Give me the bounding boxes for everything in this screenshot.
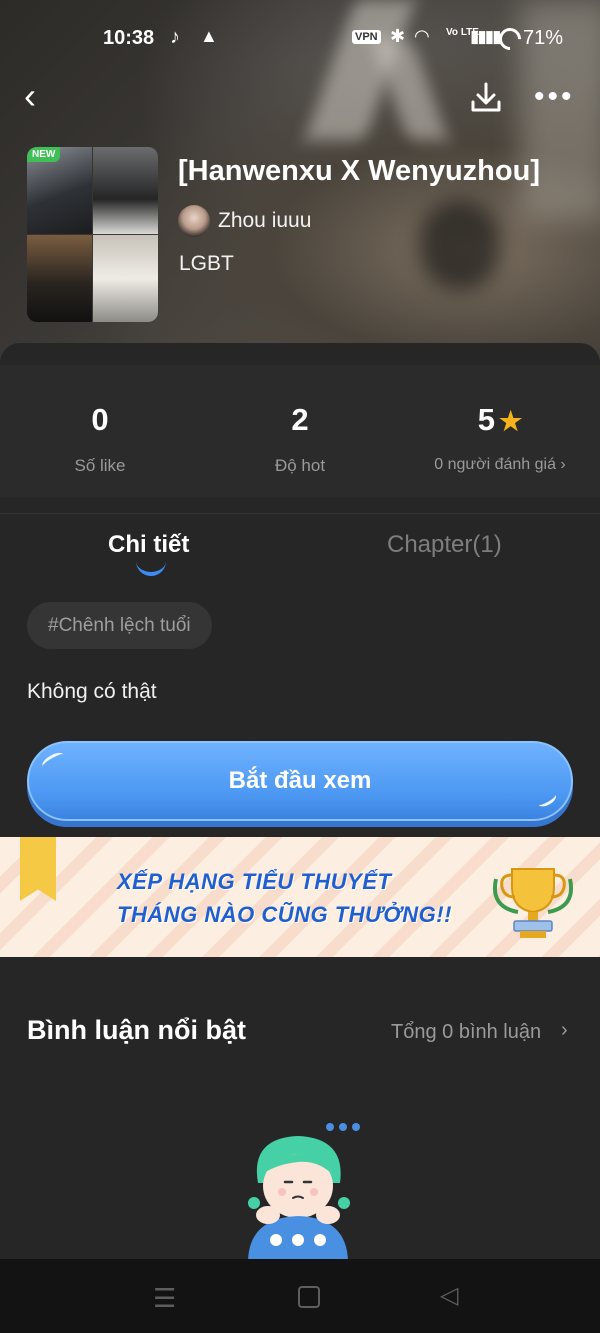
hot-label: Độ hot <box>274 456 326 475</box>
wifi-icon: ◠ <box>414 26 430 46</box>
trophy-icon <box>493 868 573 938</box>
book-cover: NEW <box>27 147 158 322</box>
rating-stat[interactable]: 5 ★ 0 người đánh giá › <box>400 402 600 474</box>
tab-details[interactable]: Chi tiết <box>108 531 189 559</box>
cover-photo <box>27 235 92 322</box>
system-nav-bar: ☰ ◁ <box>0 1259 600 1333</box>
start-reading-label: Bắt đầu xem <box>228 767 372 794</box>
hero-blur-shape <box>420 200 500 290</box>
featured-comments-title: Bình luận nổi bật <box>27 1015 246 1045</box>
status-time: 10:38 <box>103 27 155 49</box>
rating-score: 5 <box>477 402 495 437</box>
author-avatar <box>178 205 210 237</box>
home-button-icon[interactable] <box>298 1286 320 1308</box>
likes-stat: 0 Số like <box>0 402 200 476</box>
ranking-banner[interactable]: XẾP HẠNG TIỂU THUYẾT THÁNG NÀO CŨNG THƯỞ… <box>0 837 600 957</box>
banner-line-1: XẾP HẠNG TIỂU THUYẾT <box>117 869 392 894</box>
book-title: [Hanwenxu X Wenyuzhou] <box>178 155 540 187</box>
tiktok-icon: ♪ <box>170 26 180 48</box>
tab-bar: Chi tiết Chapter(1) <box>0 513 600 584</box>
stats-panel: 0 Số like 2 Độ hot 5 ★ 0 người đánh giá › <box>0 365 600 497</box>
cover-photo <box>93 235 158 322</box>
download-icon[interactable] <box>468 80 504 116</box>
signal-icon: ▮▮▮▮ <box>470 27 501 46</box>
likes-count: 0 <box>91 402 109 437</box>
author-name: Zhou iuuu <box>218 209 312 232</box>
genre-label: LGBT <box>179 252 234 275</box>
status-bar: 10:38 ♪ ▲ VPN ✱ ◠ Vo LTE ▮▮▮▮ 71% <box>0 0 600 70</box>
bluetooth-icon: ✱ <box>390 26 406 46</box>
book-description: Không có thật <box>27 680 157 703</box>
more-options-icon[interactable]: ••• <box>534 80 575 114</box>
bookmark-ribbon-icon <box>20 837 56 901</box>
rating-count-label: 0 người đánh giá <box>434 456 556 473</box>
comments-total-link[interactable]: Tổng 0 bình luận <box>391 1021 541 1044</box>
likes-label: Số like <box>74 456 126 475</box>
back-triangle-icon[interactable]: ◁ <box>440 1281 458 1310</box>
star-icon: ★ <box>498 406 523 436</box>
author-link[interactable]: Zhou iuuu <box>178 205 311 237</box>
chevron-right-icon: › <box>560 456 566 473</box>
chevron-right-icon[interactable]: › <box>561 1019 568 1042</box>
battery-percent: 71% <box>523 27 564 49</box>
back-arrow-icon[interactable]: ‹ <box>24 78 36 114</box>
hot-stat: 2 Độ hot <box>200 402 400 476</box>
banner-text: XẾP HẠNG TIỂU THUYẾT THÁNG NÀO CŨNG THƯỞ… <box>117 865 452 931</box>
vpn-badge: VPN <box>352 30 381 44</box>
cover-photo <box>93 147 158 234</box>
tab-chapters[interactable]: Chapter(1) <box>387 531 502 559</box>
new-badge: NEW <box>27 147 61 162</box>
hot-count: 2 <box>291 402 309 437</box>
start-reading-button[interactable]: Bắt đầu xem <box>27 741 573 821</box>
hashtag-chip[interactable]: #Chênh lệch tuổi <box>27 602 212 649</box>
recent-apps-icon[interactable]: ☰ <box>153 1283 176 1314</box>
warning-icon: ▲ <box>200 26 218 46</box>
empty-comments-mascot-icon <box>248 1123 360 1263</box>
banner-line-2: THÁNG NÀO CŨNG THƯỞNG!! <box>117 902 452 927</box>
